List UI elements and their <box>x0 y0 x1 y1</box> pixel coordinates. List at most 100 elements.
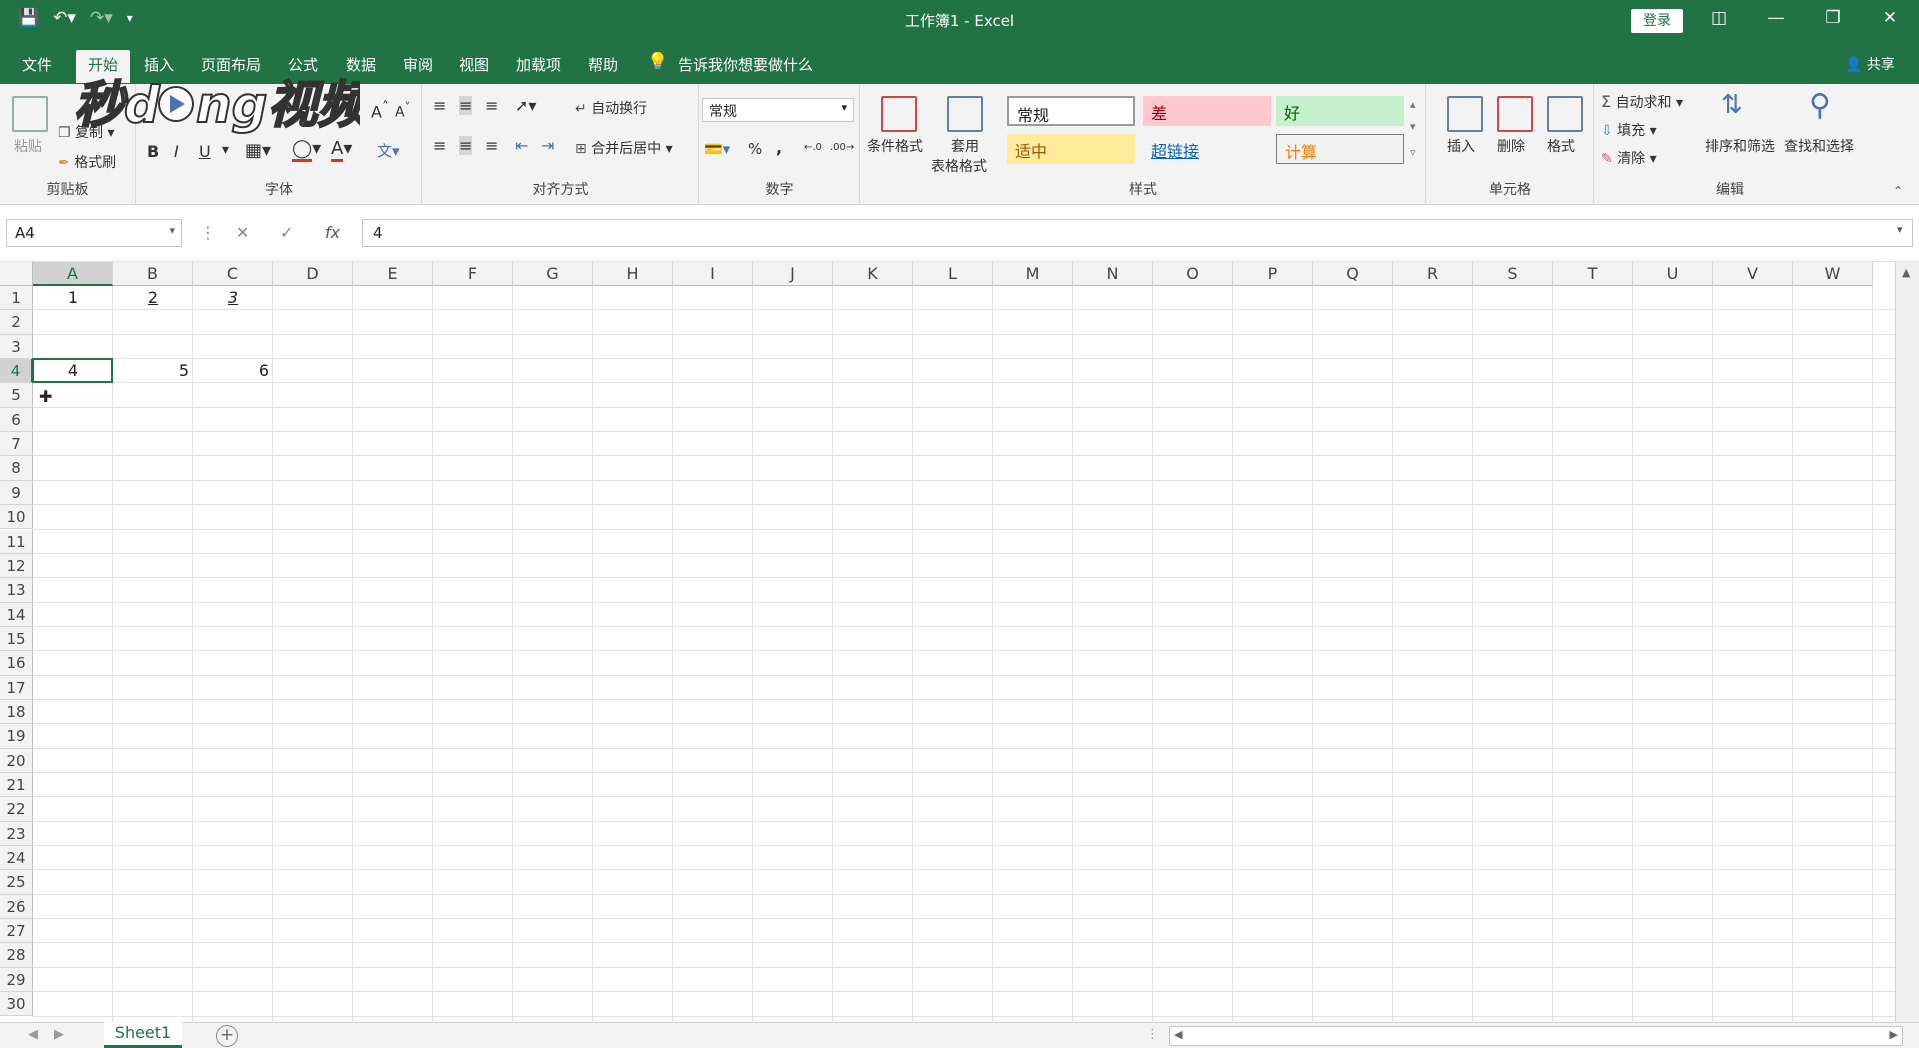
row-header-15[interactable]: 15 <box>0 626 33 652</box>
styles-scroll-down-icon[interactable]: ▾ <box>1410 120 1416 133</box>
conditional-format-button[interactable]: 条件格式 <box>867 136 923 156</box>
enter-icon[interactable]: ✓ <box>280 223 293 242</box>
column-header-f[interactable]: F <box>433 262 513 286</box>
next-sheet-icon[interactable]: ▶ <box>54 1027 64 1042</box>
grow-font-icon[interactable]: A˄ <box>371 100 389 121</box>
column-header-t[interactable]: T <box>1553 262 1633 286</box>
shrink-font-icon[interactable]: A˅ <box>395 100 410 121</box>
column-header-g[interactable]: G <box>513 262 593 286</box>
column-header-i[interactable]: I <box>673 262 753 286</box>
row-header-11[interactable]: 11 <box>0 529 33 554</box>
row-header-17[interactable]: 17 <box>0 675 33 700</box>
align-left-icon[interactable]: ≡ <box>433 136 446 155</box>
orientation-icon[interactable]: ➚▾ <box>515 96 536 115</box>
format-painter-button[interactable]: ✒ 格式刷 <box>58 152 116 172</box>
column-header-h[interactable]: H <box>593 262 673 286</box>
column-header-q[interactable]: Q <box>1313 262 1393 286</box>
style-hyperlink[interactable]: 超链接 <box>1143 134 1271 164</box>
align-center-icon[interactable]: ≡ <box>459 136 473 155</box>
row-header-6[interactable]: 6 <box>0 407 33 433</box>
column-header-e[interactable]: E <box>353 262 433 286</box>
row-header-20[interactable]: 20 <box>0 748 33 773</box>
column-header-s[interactable]: S <box>1473 262 1553 286</box>
restore-icon[interactable]: ❐ <box>1818 8 1848 28</box>
percent-button[interactable]: % <box>748 140 762 158</box>
align-middle-icon[interactable]: ≡ <box>459 96 473 115</box>
decrease-indent-icon[interactable]: ⇤ <box>515 136 528 155</box>
column-header-n[interactable]: N <box>1073 262 1153 286</box>
fill-button[interactable]: ⇩ 填充 ▾ <box>1601 120 1657 140</box>
column-header-b[interactable]: B <box>113 262 193 286</box>
sort-filter-button[interactable]: 排序和筛选 <box>1705 136 1775 156</box>
insert-function-button[interactable]: fx <box>325 223 340 242</box>
sheet-tab-sheet1[interactable]: Sheet1 <box>104 1022 182 1048</box>
name-box[interactable]: A4 ▾ <box>6 219 182 247</box>
column-header-c[interactable]: C <box>193 262 273 286</box>
row-header-30[interactable]: 30 <box>0 992 33 1017</box>
paste-button[interactable]: 粘贴 <box>14 136 42 156</box>
bold-button[interactable]: B <box>147 142 159 161</box>
styles-scroll-up-icon[interactable]: ▴ <box>1410 98 1416 111</box>
find-select-button[interactable]: 查找和选择 <box>1784 136 1854 156</box>
delete-cells-button[interactable]: 删除 <box>1497 136 1525 156</box>
font-color-icon[interactable]: A▾ <box>331 138 352 162</box>
cell-b4[interactable]: 5 <box>113 359 193 383</box>
column-header-a[interactable]: A <box>33 262 113 286</box>
row-header-22[interactable]: 22 <box>0 797 33 822</box>
minimize-icon[interactable]: — <box>1761 8 1791 28</box>
row-header-26[interactable]: 26 <box>0 894 33 920</box>
merge-center-button[interactable]: ⊞ 合并后居中 ▾ <box>575 138 673 158</box>
row-header-16[interactable]: 16 <box>0 651 33 676</box>
prev-sheet-icon[interactable]: ◀ <box>28 1027 38 1042</box>
row-header-13[interactable]: 13 <box>0 578 33 603</box>
collapse-ribbon-icon[interactable]: ⌃ <box>1893 184 1903 198</box>
scroll-left-icon[interactable]: ◀ <box>1174 1028 1182 1041</box>
column-header-j[interactable]: J <box>753 262 833 286</box>
row-header-27[interactable]: 27 <box>0 919 33 944</box>
accounting-icon[interactable]: 💳▾ <box>704 140 730 158</box>
column-header-v[interactable]: V <box>1713 262 1793 286</box>
row-header-10[interactable]: 10 <box>0 505 33 530</box>
style-bad[interactable]: 差 <box>1143 96 1271 126</box>
align-right-icon[interactable]: ≡ <box>485 136 498 155</box>
wrap-text-button[interactable]: ↵ 自动换行 <box>575 98 647 118</box>
table-format-line1[interactable]: 套用 <box>951 136 979 156</box>
column-header-m[interactable]: M <box>993 262 1073 286</box>
increase-decimal-icon[interactable]: ←.0 <box>804 142 822 153</box>
row-header-5[interactable]: 5 <box>0 383 33 408</box>
cell-a1[interactable]: 1 <box>33 286 113 310</box>
column-header-l[interactable]: L <box>913 262 993 286</box>
style-normal[interactable]: 常规 <box>1007 96 1135 126</box>
column-header-k[interactable]: K <box>833 262 913 286</box>
row-header-12[interactable]: 12 <box>0 553 33 579</box>
worksheet-grid[interactable]: A B C D E F G H I J K L M N O P Q R S T U V W 1 2 3 4 5 6 7 8 9 10 11 12 13… <box>0 262 1895 1022</box>
row-header-23[interactable]: 23 <box>0 821 33 847</box>
row-header-25[interactable]: 25 <box>0 870 33 895</box>
row-header-3[interactable]: 3 <box>0 334 33 360</box>
scroll-up-icon[interactable]: ▲ <box>1902 266 1910 279</box>
table-format-line2[interactable]: 表格格式 <box>931 156 987 176</box>
row-header-29[interactable]: 29 <box>0 967 33 993</box>
column-header-d[interactable]: D <box>273 262 353 286</box>
style-calc[interactable]: 计算 <box>1276 134 1404 164</box>
row-header-19[interactable]: 19 <box>0 724 33 749</box>
row-header-14[interactable]: 14 <box>0 602 33 627</box>
phonetic-icon[interactable]: 文▾ <box>377 140 400 161</box>
row-header-1[interactable]: 1 <box>0 286 33 311</box>
styles-more-icon[interactable]: ▿ <box>1410 146 1416 159</box>
tab-review[interactable]: 审阅 <box>403 54 433 75</box>
cancel-icon[interactable]: ✕ <box>236 223 249 242</box>
tab-addins[interactable]: 加载项 <box>516 54 561 75</box>
splitter-icon[interactable]: ⋮ <box>1146 1027 1159 1042</box>
login-button[interactable]: 登录 <box>1631 9 1683 33</box>
tell-me-search[interactable]: 告诉我你想要做什么 <box>678 54 813 75</box>
row-header-8[interactable]: 8 <box>0 456 33 481</box>
column-header-p[interactable]: P <box>1233 262 1313 286</box>
share-button[interactable]: 👤 共享 <box>1845 54 1895 74</box>
underline-button[interactable]: U <box>199 142 211 161</box>
tab-help[interactable]: 帮助 <box>588 54 618 75</box>
row-header-7[interactable]: 7 <box>0 432 33 457</box>
style-neutral[interactable]: 适中 <box>1007 134 1135 164</box>
tab-view[interactable]: 视图 <box>459 54 489 75</box>
comma-button[interactable]: , <box>776 138 782 157</box>
